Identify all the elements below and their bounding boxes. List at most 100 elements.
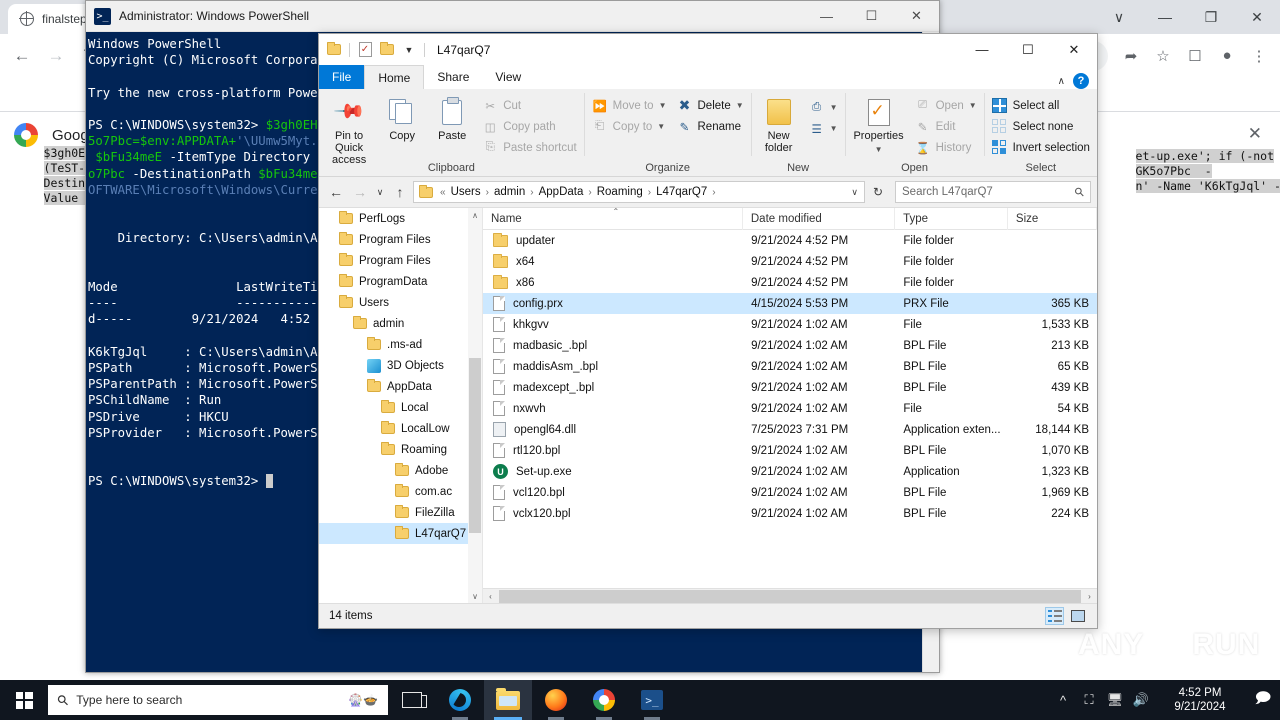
tree-item[interactable]: com.ac	[319, 481, 482, 502]
table-row[interactable]: madexcept_.bpl 9/21/2024 1:02 AM BPL File 4…	[483, 377, 1097, 398]
invert-selection-button[interactable]: Invert selection	[987, 137, 1095, 158]
browser-back-button[interactable]: ←	[6, 40, 38, 72]
sidebar-icon[interactable]: ☐	[1180, 41, 1210, 71]
network-icon[interactable]: 🖥	[1102, 680, 1128, 720]
properties-button[interactable]: Properties ▼	[847, 93, 909, 159]
browser-forward-button[interactable]: →	[40, 40, 72, 72]
help-icon[interactable]: ?	[1073, 73, 1089, 89]
delete-button[interactable]: ✖ Delete ▼	[672, 95, 749, 116]
new-folder-icon[interactable]	[378, 41, 396, 59]
nav-up-button[interactable]: ↑	[389, 181, 411, 203]
table-row[interactable]: vclx120.bpl 9/21/2024 1:02 AM BPL File 224 …	[483, 503, 1097, 524]
table-row[interactable]: updater 9/21/2024 4:52 PM File folder	[483, 230, 1097, 251]
taskbar-app-chrome[interactable]	[580, 680, 628, 720]
properties-icon[interactable]: ✓	[356, 41, 374, 59]
nav-back-button[interactable]: ←	[325, 181, 347, 203]
column-header-name[interactable]: ⌃ Name	[483, 207, 743, 230]
breadcrumb-item-roaming[interactable]: Roaming	[595, 186, 645, 198]
tree-item[interactable]: Program Files	[319, 229, 482, 250]
browser-maximize-button[interactable]: ❐	[1188, 0, 1234, 34]
navigation-pane[interactable]: PerfLogs Program Files Program Files Progra…	[319, 208, 483, 603]
column-header-type[interactable]: Type	[895, 207, 1008, 230]
taskbar-app-edge[interactable]	[436, 680, 484, 720]
explorer-minimize-button[interactable]: —	[959, 34, 1005, 65]
move-to-button[interactable]: ⏩ Move to ▼	[587, 95, 672, 116]
rename-button[interactable]: ✎ Rename	[672, 116, 749, 137]
table-row[interactable]: x86 9/21/2024 4:52 PM File folder	[483, 272, 1097, 293]
table-row[interactable]: config.prx 4/15/2024 5:53 PM PRX File 365 K…	[483, 293, 1097, 314]
tree-item[interactable]: Local	[319, 397, 482, 418]
camera-icon[interactable]: ⛶	[1076, 680, 1102, 720]
breadcrumb-item-admin[interactable]: admin	[492, 186, 527, 198]
profile-icon[interactable]: ●	[1212, 41, 1242, 71]
taskbar-app-file-explorer[interactable]	[484, 680, 532, 720]
clock[interactable]: 4:52 PM 9/21/2024	[1154, 686, 1246, 714]
select-all-button[interactable]: Select all	[987, 95, 1095, 116]
tab-home[interactable]: Home	[364, 65, 425, 89]
table-row[interactable]: vcl120.bpl 9/21/2024 1:02 AM BPL File 1,969…	[483, 482, 1097, 503]
taskbar-app-powershell[interactable]: >_	[628, 680, 676, 720]
edit-button[interactable]: ✎ Edit	[910, 116, 982, 137]
volume-icon[interactable]: 🔊	[1128, 680, 1154, 720]
windows-start-icon[interactable]	[0, 680, 48, 720]
refresh-button[interactable]: ↻	[867, 181, 889, 203]
scrollbar-thumb[interactable]	[499, 589, 1081, 603]
table-row[interactable]: U Set-up.exe 9/21/2024 1:02 AM Application 1…	[483, 461, 1097, 482]
paste-shortcut-button[interactable]: ⎘ Paste shortcut	[477, 137, 582, 158]
scroll-left-icon[interactable]: ‹	[483, 592, 498, 601]
breadcrumb-item-users[interactable]: Users	[449, 186, 483, 198]
new-item-button[interactable]: ⎙ ▼	[804, 97, 843, 118]
powershell-title-bar[interactable]: >_ Administrator: Windows PowerShell — ☐…	[86, 1, 939, 32]
table-row[interactable]: maddisAsm_.bpl 9/21/2024 1:02 AM BPL File 6…	[483, 356, 1097, 377]
scroll-down-icon[interactable]: ∨	[468, 589, 482, 603]
action-center-icon[interactable]: 🗩	[1246, 680, 1280, 720]
share-icon[interactable]: ➦	[1116, 41, 1146, 71]
open-button[interactable]: ⎚ Open ▼	[910, 95, 982, 116]
copy-path-button[interactable]: ◫ Copy path	[477, 116, 582, 137]
tree-item[interactable]: ProgramData	[319, 271, 482, 292]
breadcrumb-item-appdata[interactable]: AppData	[537, 186, 586, 198]
table-row[interactable]: x64 9/21/2024 4:52 PM File folder	[483, 251, 1097, 272]
tree-item[interactable]: LocalLow	[319, 418, 482, 439]
explorer-title-bar[interactable]: ✓ ▼ L47qarQ7 — ☐ ✕	[319, 34, 1097, 65]
address-dropdown-icon[interactable]: ∨	[851, 187, 858, 198]
paste-button[interactable]: Paste	[427, 93, 477, 145]
breadcrumb-overflow[interactable]: «	[438, 187, 448, 198]
tree-item[interactable]: L47qarQ7	[319, 523, 482, 544]
table-row[interactable]: opengl64.dll 7/25/2023 7:31 PM Application…	[483, 419, 1097, 440]
more-icon[interactable]: ⋮	[1244, 41, 1274, 71]
file-list-horizontal-scrollbar[interactable]: ‹ ›	[483, 588, 1097, 603]
search-input[interactable]: ⚲ Type here to search 🎡🍲	[48, 685, 388, 715]
history-button[interactable]: ⌛ History	[910, 137, 982, 158]
tree-item[interactable]: Users	[319, 292, 482, 313]
tree-item[interactable]: Adobe	[319, 460, 482, 481]
table-row[interactable]: nxwvh 9/21/2024 1:02 AM File 54 KB	[483, 398, 1097, 419]
table-row[interactable]: madbasic_.bpl 9/21/2024 1:02 AM BPL File 21…	[483, 335, 1097, 356]
cut-button[interactable]: ✂ Cut	[477, 95, 582, 116]
column-header-size[interactable]: Size	[1008, 207, 1097, 230]
task-view-icon[interactable]	[388, 680, 436, 720]
tab-file[interactable]: File	[319, 65, 365, 89]
scroll-right-icon[interactable]: ›	[1082, 592, 1097, 601]
explorer-maximize-button[interactable]: ☐	[1005, 34, 1051, 65]
details-view-icon[interactable]	[1045, 607, 1064, 625]
table-row[interactable]: rtl120.bpl 9/21/2024 1:02 AM BPL File 1,070…	[483, 440, 1097, 461]
taskbar-app-firefox[interactable]	[532, 680, 580, 720]
pin-to-quick-access-button[interactable]: 📌 Pin to Quick access	[321, 93, 377, 169]
tree-item[interactable]: AppData	[319, 376, 482, 397]
close-icon[interactable]: ✕	[1248, 124, 1262, 144]
breadcrumb[interactable]: « Users › admin › AppData › Roaming › L4…	[413, 181, 865, 203]
scroll-up-icon[interactable]: ∧	[468, 208, 482, 222]
star-icon[interactable]: ☆	[1148, 41, 1178, 71]
navigation-scrollbar[interactable]: ∧ ∨	[468, 208, 482, 603]
explorer-close-button[interactable]: ✕	[1051, 34, 1097, 65]
powershell-maximize-button[interactable]: ☐	[849, 1, 894, 32]
table-row[interactable]: khkgvv 9/21/2024 1:02 AM File 1,533 KB	[483, 314, 1097, 335]
column-header-date-modified[interactable]: Date modified	[743, 207, 896, 230]
browser-more-chevron-button[interactable]: ∨	[1096, 0, 1142, 34]
tab-view[interactable]: View	[482, 65, 534, 89]
recent-locations-button[interactable]: ∨	[373, 181, 387, 203]
copy-button[interactable]: Copy	[377, 93, 427, 145]
breadcrumb-item-l47qarq7[interactable]: L47qarQ7	[654, 186, 709, 198]
scrollbar-thumb[interactable]	[469, 358, 481, 533]
